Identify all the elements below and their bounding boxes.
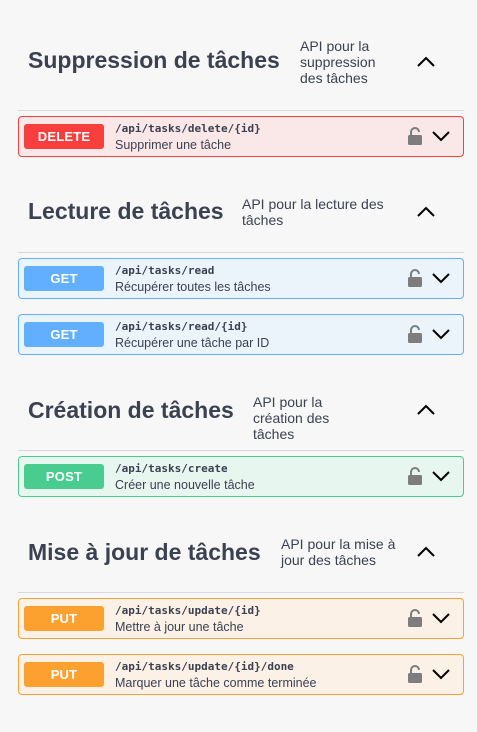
operation-create-task[interactable]: POST /api/tasks/create Créer une nouvell… <box>18 456 464 497</box>
section-header[interactable]: Lecture de tâches API pour la lecture de… <box>18 172 464 253</box>
section-header[interactable]: Création de tâches API pour la création … <box>18 370 464 451</box>
chevron-up-icon[interactable] <box>416 402 436 416</box>
method-badge: DELETE <box>24 124 104 149</box>
method-badge: PUT <box>24 662 104 687</box>
chevron-down-icon[interactable] <box>431 469 451 483</box>
operation-delete-task[interactable]: DELETE /api/tasks/delete/{id} Supprimer … <box>18 116 464 157</box>
operation-summary: Récupérer une tâche par ID <box>115 336 270 350</box>
lock-icon[interactable] <box>407 324 423 344</box>
section-title: Mise à jour de tâches <box>28 539 261 565</box>
section-description: API pour la lecture des tâches <box>242 196 384 228</box>
operation-summary: Marquer une tâche comme terminée <box>115 676 317 690</box>
api-docs-page: Suppression de tâches API pour la suppre… <box>0 0 477 732</box>
section-header[interactable]: Mise à jour de tâches API pour la mise à… <box>18 512 464 593</box>
section-description: API pour la suppression des tâches <box>300 38 376 86</box>
chevron-down-icon[interactable] <box>431 129 451 143</box>
method-badge: POST <box>24 464 104 489</box>
operation-summary: Mettre à jour une tâche <box>115 620 244 634</box>
chevron-down-icon[interactable] <box>431 667 451 681</box>
section-description: API pour la création des tâches <box>253 394 330 442</box>
section-title: Suppression de tâches <box>28 47 280 73</box>
operation-update-task[interactable]: PUT /api/tasks/update/{id} Mettre à jour… <box>18 598 464 639</box>
chevron-down-icon[interactable] <box>431 327 451 341</box>
chevron-up-icon[interactable] <box>416 544 436 558</box>
lock-icon[interactable] <box>407 608 423 628</box>
chevron-up-icon[interactable] <box>416 204 436 218</box>
operation-mark-done[interactable]: PUT /api/tasks/update/{id}/done Marquer … <box>18 654 464 695</box>
operation-path: /api/tasks/update/{id}/done <box>115 660 294 673</box>
method-badge: PUT <box>24 606 104 631</box>
method-badge: GET <box>24 266 104 291</box>
operation-path: /api/tasks/delete/{id} <box>115 122 261 135</box>
operation-read-by-id[interactable]: GET /api/tasks/read/{id} Récupérer une t… <box>18 314 464 355</box>
operation-summary: Récupérer toutes les tâches <box>115 280 271 294</box>
operation-path: /api/tasks/read/{id} <box>115 320 248 333</box>
chevron-down-icon[interactable] <box>431 611 451 625</box>
section-title: Lecture de tâches <box>28 198 224 224</box>
method-badge: GET <box>24 322 104 347</box>
section-title: Création de tâches <box>28 397 234 423</box>
operation-path: /api/tasks/create <box>115 462 228 475</box>
chevron-down-icon[interactable] <box>431 271 451 285</box>
lock-icon[interactable] <box>407 664 423 684</box>
operation-read-all[interactable]: GET /api/tasks/read Récupérer toutes les… <box>18 258 464 299</box>
lock-icon[interactable] <box>407 268 423 288</box>
operation-summary: Créer une nouvelle tâche <box>115 478 255 492</box>
lock-icon[interactable] <box>407 126 423 146</box>
operation-path: /api/tasks/update/{id} <box>115 604 261 617</box>
section-description: API pour la mise à jour des tâches <box>281 536 396 568</box>
lock-icon[interactable] <box>407 466 423 486</box>
operation-summary: Supprimer une tâche <box>115 138 232 152</box>
section-header[interactable]: Suppression de tâches API pour la suppre… <box>18 30 464 111</box>
operation-path: /api/tasks/read <box>115 264 215 277</box>
chevron-up-icon[interactable] <box>416 54 436 68</box>
